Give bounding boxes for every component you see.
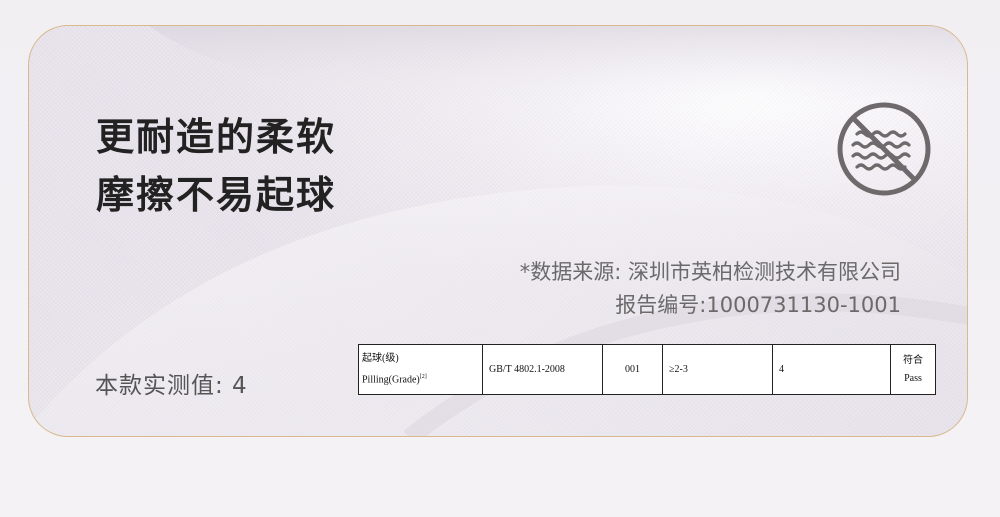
item-footnote: [2]: [419, 373, 427, 380]
headline-line-2: 摩擦不易起球: [96, 173, 337, 217]
verdict-cn: 符合: [903, 354, 923, 366]
item-cn: 起球(级): [362, 352, 399, 364]
headline-line-1: 更耐造的柔软: [96, 115, 337, 159]
fabric-banner-card: 更耐造的柔软 摩擦不易起球 *数据来源: 深圳市英柏检测技术有限公司 报告编号:…: [28, 25, 968, 437]
standard-cell: GB/T 4802.1-2008: [482, 344, 603, 395]
measured-value: 本款实测值: 4: [95, 373, 248, 399]
data-source: *数据来源: 深圳市英柏检测技术有限公司 报告编号:1000731130-100…: [520, 256, 901, 322]
result-cell: 4: [772, 344, 891, 395]
sample-cell: 001: [602, 344, 663, 395]
headline: 更耐造的柔软 摩擦不易起球: [96, 108, 336, 224]
item-cell: 起球(级) Pilling(Grade)[2]: [358, 344, 483, 395]
report-number: 报告编号:1000731130-1001: [615, 293, 901, 317]
item-en: Pilling(Grade): [362, 374, 420, 386]
verdict-cell: 符合 Pass: [890, 344, 936, 395]
no-pilling-icon: [837, 102, 931, 196]
table-row: 起球(级) Pilling(Grade)[2] GB/T 4802.1-2008…: [358, 344, 936, 395]
page: 更耐造的柔软 摩擦不易起球 *数据来源: 深圳市英柏检测技术有限公司 报告编号:…: [0, 0, 1000, 517]
requirement-cell: ≥2-3: [662, 344, 773, 395]
data-source-label: *数据来源: 深圳市英柏检测技术有限公司: [519, 260, 901, 284]
verdict-en: Pass: [904, 372, 922, 384]
test-result-table: 起球(级) Pilling(Grade)[2] GB/T 4802.1-2008…: [358, 344, 936, 395]
item-en-wrap: Pilling(Grade)[2]: [362, 368, 479, 389]
